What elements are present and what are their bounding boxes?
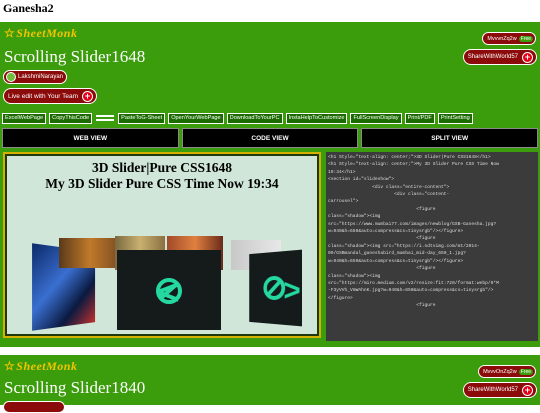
sheet-id: MvvvnZq2w (487, 35, 517, 42)
swap-arrows-icon[interactable] (96, 113, 115, 123)
paste-sheet-button[interactable]: PasteToG-Sheet (118, 113, 166, 124)
brand-name: SheetMonk (16, 26, 78, 40)
code-line: <figure (328, 236, 436, 242)
code-line: class="shadow"><img (328, 214, 381, 220)
plus-icon: + (522, 384, 533, 396)
live-edit-button[interactable]: Live edit with Your Team + (3, 88, 97, 104)
code-line: w=940&h=650&auto=compress&cs=tinysrgb"/>… (328, 258, 464, 264)
view-tabs: WEB VIEW CODE VIEW SPLIT VIEW (2, 128, 539, 148)
preview-heading: 3D Slider|Pure CSS1648 (92, 160, 232, 175)
preview-subheading: My 3D Slider Pure CSS Time Now 19:34 (45, 176, 279, 191)
copy-code-button[interactable]: CopyThisCode (49, 113, 93, 124)
page-title: Ganesha2 (3, 1, 54, 15)
brand-logo[interactable]: ☆SheetMonk (4, 26, 77, 41)
share-label: ShareWithWorld57 (467, 387, 518, 393)
code-line: <div class="content- (328, 192, 450, 198)
code-line: class="shadow"><img (328, 273, 381, 279)
plus-icon: + (522, 51, 533, 63)
live-edit-label: Live edit with Your Team (8, 92, 78, 100)
share-button[interactable]: ShareWithWorld57 + (462, 382, 537, 398)
download-button[interactable]: DownloadToYourPC (226, 113, 283, 124)
slide-image[interactable] (59, 238, 121, 268)
toolbar: ExcelWebPage CopyThisCode PasteToG-Sheet… (2, 113, 473, 124)
code-line: <figure (328, 266, 436, 272)
share-label: ShareWithWorld57 (467, 54, 518, 60)
user-badge[interactable] (3, 401, 65, 413)
slide-image[interactable]: > (249, 249, 302, 327)
tab-code-view[interactable]: CODE VIEW (181, 128, 359, 148)
card-title[interactable]: Scrolling Slider1648 (4, 47, 145, 67)
code-line: 19:34</h1> (328, 169, 356, 175)
tab-split-view[interactable]: SPLIT VIEW (361, 128, 539, 148)
print-setting-button[interactable]: PrintSetting (437, 113, 473, 124)
code-line: <div class="entire-content"> (328, 184, 450, 190)
slider-card-2: ☆SheetMonk Scrolling Slider1840 MvvvOnZq… (0, 355, 540, 413)
code-view-panel[interactable]: <h1 Style="text-align: center;">3D Slide… (326, 152, 538, 341)
plus-icon: + (81, 90, 93, 102)
code-line: <h1 Style="text-align: center;">My 3D Sl… (328, 162, 499, 168)
code-logo-icon: < (156, 271, 182, 312)
star-icon: ☆ (4, 359, 16, 373)
user-badge[interactable]: LakshmiNarayan (3, 70, 68, 84)
svg-text:>: > (283, 272, 300, 308)
code-line: src="https://www.mumbai77.com/images/new… (328, 221, 497, 227)
insta-help-button[interactable]: InstaHelpToCustomize (285, 113, 348, 124)
code-line: <figure (328, 206, 436, 212)
excel-webpage-button[interactable]: ExcelWebPage (2, 113, 47, 124)
print-pdf-button[interactable]: Print/PDF (404, 113, 435, 124)
code-logo-icon: > (249, 250, 301, 308)
code-line: w=940&h=650&auto=compress&cs=tinysrgb"/>… (328, 229, 464, 235)
free-badge: Free (518, 35, 533, 42)
code-line: <figure (328, 303, 436, 309)
open-webpage-button[interactable]: OpenYourWebPage (168, 113, 224, 124)
user-name: LakshmiNarayan (18, 74, 64, 80)
brand-name: SheetMonk (16, 359, 78, 373)
sheet-id-badge[interactable]: MvvvnZq2w Free (482, 32, 536, 45)
avatar (6, 72, 16, 82)
code-line: </figure> (328, 295, 353, 301)
tab-web-view[interactable]: WEB VIEW (2, 128, 179, 148)
code-line: src="https://miro.medium.com/v2/resize:f… (328, 280, 499, 286)
fullscreen-button[interactable]: FullScreenDisplay (350, 113, 402, 124)
sheet-id-badge[interactable]: MvvvOnZq2w Free (478, 365, 536, 378)
code-line: carrousel"> (328, 199, 359, 205)
code-text: <h1 Style="text-align: center;">3D Slide… (326, 152, 538, 312)
star-icon: ☆ (4, 26, 16, 40)
code-line: <section id="slideshow"> (328, 177, 395, 183)
card-title[interactable]: Scrolling Slider1840 (4, 378, 145, 398)
web-preview: 3D Slider|Pure CSS1648 My 3D Slider Pure… (3, 152, 321, 338)
code-line: <h1 Style="text-align: center;">3D Slide… (328, 155, 491, 160)
preview-canvas: 3D Slider|Pure CSS1648 My 3D Slider Pure… (7, 156, 317, 334)
brand-logo[interactable]: ☆SheetMonk (4, 359, 77, 374)
code-line: 09/GSBmandal_ganeshabird_mumbai_mid-day_… (328, 251, 466, 257)
code-line: -F3yVVh_VmWAhnK.jpg?w=940&h=650&auto=com… (328, 288, 494, 294)
free-badge: Free (518, 368, 533, 375)
code-line: class="shadow"><img src="https://i.ndtvi… (328, 243, 480, 249)
share-button[interactable]: ShareWithWorld57 + (462, 49, 537, 65)
slide-image-main[interactable]: < (117, 250, 221, 330)
sheet-id: MvvvOnZq2w (483, 368, 517, 375)
